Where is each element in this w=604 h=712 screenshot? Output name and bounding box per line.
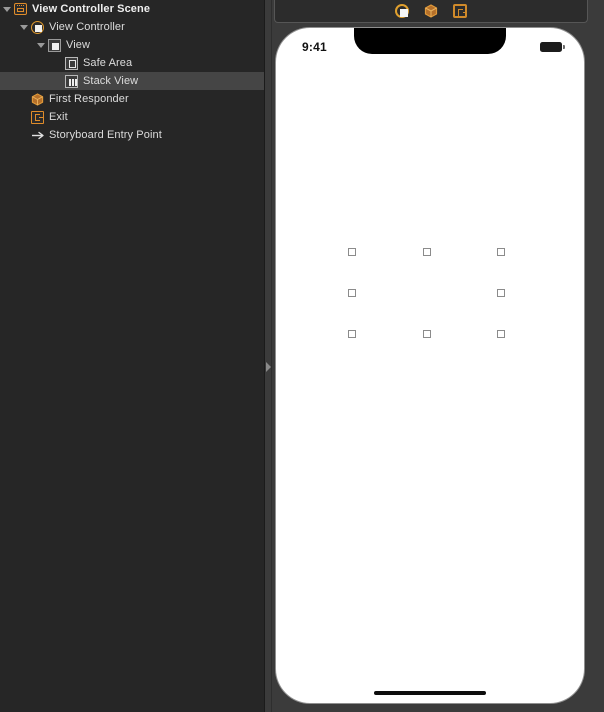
exit-icon[interactable]	[453, 4, 467, 18]
handle-middle-left[interactable]	[348, 289, 356, 297]
handle-top-left[interactable]	[348, 248, 356, 256]
stack-view-icon	[65, 74, 78, 88]
outline-row-label: View Controller Scene	[32, 3, 151, 15]
handle-bottom-center[interactable]	[423, 330, 431, 338]
handle-bottom-left[interactable]	[348, 330, 356, 338]
device-preview-iphone[interactable]: 9:41	[276, 28, 584, 703]
divider-edge-left	[264, 0, 265, 712]
handle-bottom-right[interactable]	[497, 330, 505, 338]
status-bar-time: 9:41	[302, 40, 327, 54]
document-outline-list: View Controller Scene View Controller View…	[0, 0, 264, 144]
outline-row-label: View	[66, 39, 91, 51]
outline-row-view[interactable]: View	[0, 36, 264, 54]
home-indicator	[374, 691, 486, 695]
panel-divider[interactable]	[264, 0, 272, 712]
chevron-right-icon[interactable]	[266, 362, 271, 372]
first-responder-icon	[31, 92, 44, 106]
first-responder-icon[interactable]	[424, 4, 438, 18]
document-outline-panel: View Controller Scene View Controller View…	[0, 0, 264, 712]
view-controller-icon	[31, 20, 44, 34]
disclosure-triangle-open-icon[interactable]	[20, 23, 29, 32]
outline-row-label: Safe Area	[83, 57, 133, 69]
interface-builder-window: View Controller Scene View Controller View…	[0, 0, 604, 712]
entry-point-icon	[31, 129, 44, 142]
outline-row-label: First Responder	[49, 93, 129, 105]
view-controller-icon[interactable]	[395, 4, 409, 18]
disclosure-triangle-open-icon[interactable]	[37, 41, 46, 50]
outline-row-view-controller-scene[interactable]: View Controller Scene	[0, 0, 264, 18]
scene-icon	[14, 3, 27, 15]
exit-icon	[31, 110, 44, 124]
scene-dock	[274, 0, 588, 23]
handle-top-right[interactable]	[497, 248, 505, 256]
outline-row-label: View Controller	[49, 21, 125, 33]
outline-row-stack-view[interactable]: Stack View	[0, 72, 264, 90]
view-icon	[48, 38, 61, 52]
notch	[354, 28, 506, 54]
battery-full-icon	[540, 42, 565, 52]
disclosure-triangle-open-icon[interactable]	[3, 5, 12, 14]
outline-row-label: Exit	[49, 111, 68, 123]
outline-row-exit[interactable]: Exit	[0, 108, 264, 126]
safe-area-icon	[65, 56, 78, 70]
handle-top-center[interactable]	[423, 248, 431, 256]
handle-middle-right[interactable]	[497, 289, 505, 297]
storyboard-canvas[interactable]: 9:41	[272, 0, 604, 712]
outline-row-storyboard-entry-point[interactable]: Storyboard Entry Point	[0, 126, 264, 144]
outline-row-label: Storyboard Entry Point	[49, 129, 162, 141]
outline-row-label: Stack View	[83, 75, 139, 87]
outline-row-view-controller[interactable]: View Controller	[0, 18, 264, 36]
outline-row-first-responder[interactable]: First Responder	[0, 90, 264, 108]
outline-row-safe-area[interactable]: Safe Area	[0, 54, 264, 72]
